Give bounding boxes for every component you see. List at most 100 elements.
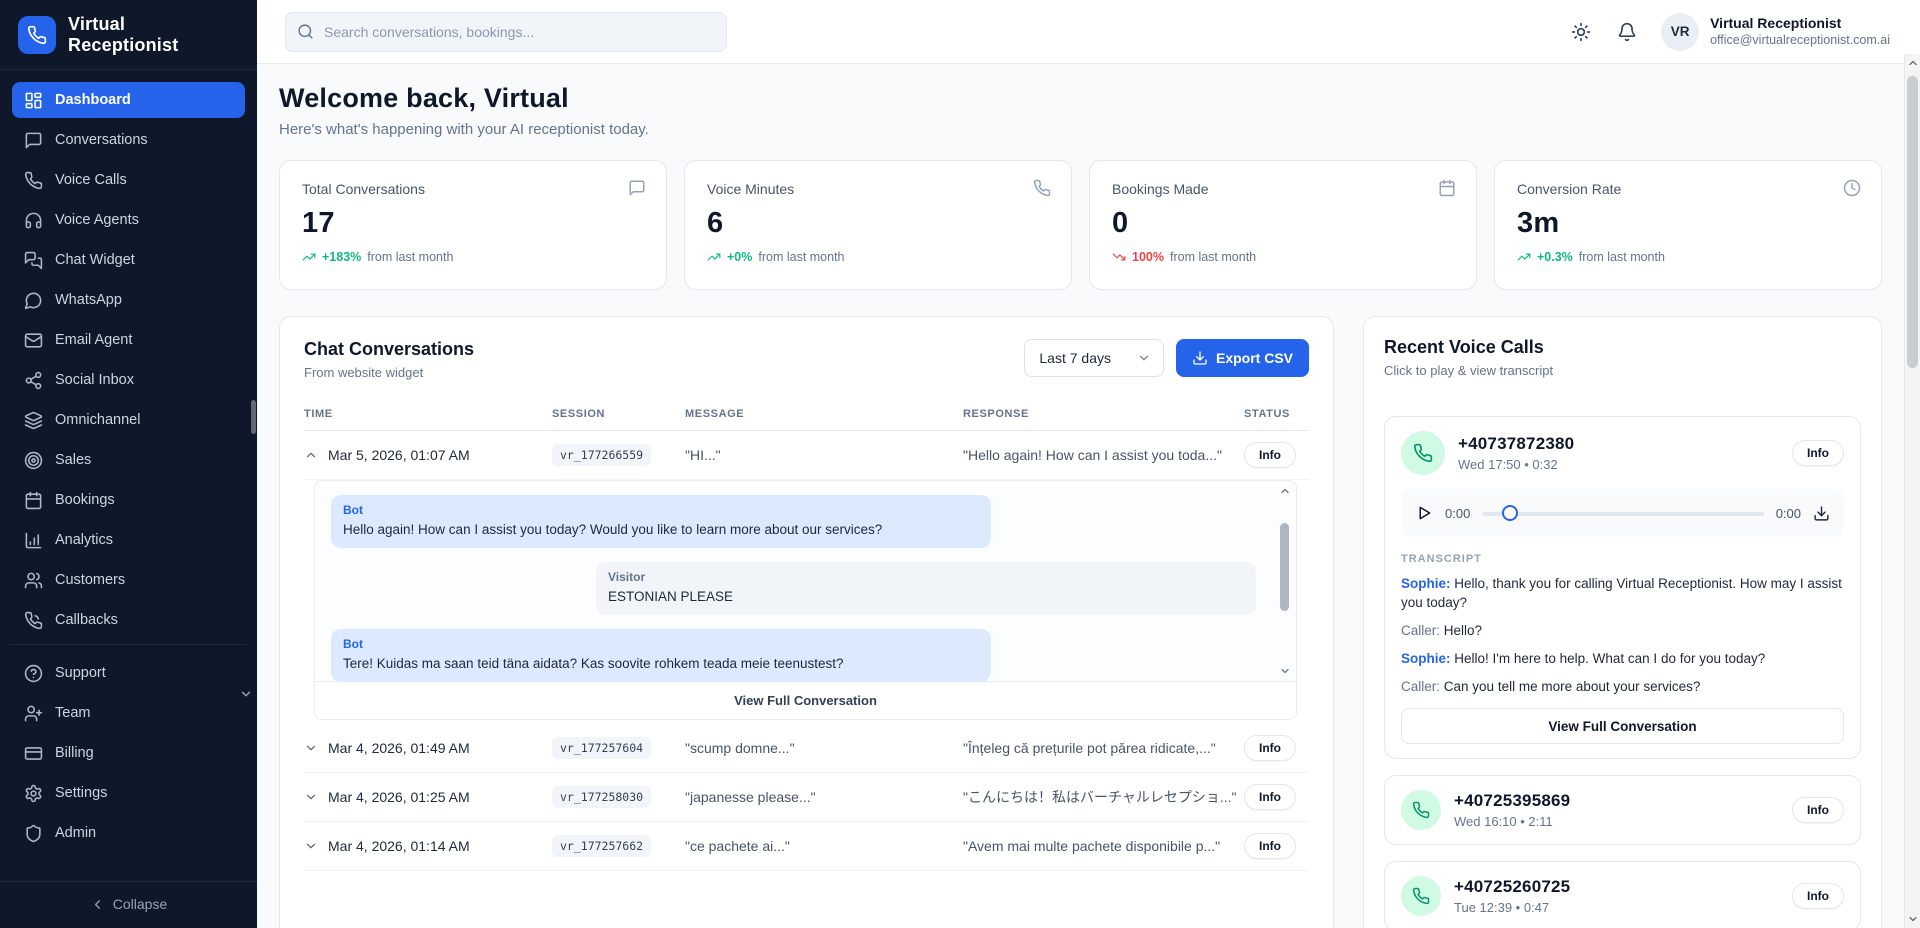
info-button[interactable]: Info xyxy=(1244,833,1296,859)
info-button[interactable]: Info xyxy=(1244,442,1296,468)
message-text: ESTONIAN PLEASE xyxy=(608,587,1244,606)
stat-title: Bookings Made xyxy=(1112,181,1454,197)
collapse-sidebar-button[interactable]: Collapse xyxy=(0,881,257,928)
chat-panel-title: Chat Conversations xyxy=(304,339,474,360)
sidebar-item-admin[interactable]: Admin xyxy=(12,815,245,851)
notifications-button[interactable] xyxy=(1615,20,1639,44)
date-range-select[interactable]: Last 7 days xyxy=(1024,339,1164,377)
sidebar-item-sales[interactable]: Sales xyxy=(12,442,245,478)
visitor-message-bubble: Visitor ESTONIAN PLEASE xyxy=(596,562,1256,615)
stat-title: Voice Minutes xyxy=(707,181,1049,197)
sidebar-item-team[interactable]: Team xyxy=(12,695,245,731)
transcript-line: Sophie: Hello, thank you for calling Vir… xyxy=(1401,574,1844,612)
info-button[interactable]: Info xyxy=(1244,735,1296,761)
sidebar-item-conversations[interactable]: Conversations xyxy=(12,122,245,158)
sidebar-item-customers[interactable]: Customers xyxy=(12,562,245,598)
export-csv-button[interactable]: Export CSV xyxy=(1176,339,1309,377)
sidebar-item-support[interactable]: Support xyxy=(12,655,245,691)
voice-call-card[interactable]: +40737872380 Wed 17:50 • 0:32 Info 0:00 … xyxy=(1384,416,1861,759)
sidebar-item-voice-agents[interactable]: Voice Agents xyxy=(12,202,245,238)
search-icon xyxy=(297,23,314,40)
scroll-down-icon[interactable] xyxy=(1279,665,1291,677)
info-button[interactable]: Info xyxy=(1792,797,1844,823)
message-square-icon xyxy=(628,179,646,197)
sender-label: Bot xyxy=(343,502,979,518)
sidebar-item-callbacks[interactable]: Callbacks xyxy=(12,602,245,638)
sidebar-item-omnichannel[interactable]: Omnichannel xyxy=(12,402,245,438)
topbar: VR Virtual Receptionist office@virtualre… xyxy=(257,0,1920,64)
chevron-down-icon[interactable] xyxy=(304,741,318,755)
window-scrollbar[interactable] xyxy=(1904,54,1920,928)
sidebar-scroll-down-icon[interactable] xyxy=(239,687,253,701)
bot-message-bubble: Bot Tere! Kuidas ma saan teid täna aidat… xyxy=(331,629,991,682)
sidebar-item-settings[interactable]: Settings xyxy=(12,775,245,811)
row-message: "japanesse please..." xyxy=(685,789,963,805)
sidebar-item-dashboard[interactable]: Dashboard xyxy=(12,82,245,118)
search-input[interactable] xyxy=(285,12,727,52)
sidebar-item-billing[interactable]: Billing xyxy=(12,735,245,771)
sidebar-divider xyxy=(10,644,247,645)
stat-card-total-conversations: Total Conversations 17 +183% from last m… xyxy=(279,160,667,290)
table-row[interactable]: Mar 4, 2026, 01:14 AM vr_177257662 "ce p… xyxy=(304,822,1309,871)
sidebar-item-analytics[interactable]: Analytics xyxy=(12,522,245,558)
session-badge: vr_177257604 xyxy=(552,737,651,759)
chevron-down-icon[interactable] xyxy=(304,790,318,804)
sidebar-item-label: Dashboard xyxy=(55,92,131,108)
sidebar-item-label: Team xyxy=(55,705,90,721)
sidebar-item-label: Email Agent xyxy=(55,332,132,348)
scroll-up-icon[interactable] xyxy=(1279,485,1291,497)
sidebar-item-social-inbox[interactable]: Social Inbox xyxy=(12,362,245,398)
scroll-down-icon[interactable] xyxy=(1907,913,1919,925)
sidebar-item-voice-calls[interactable]: Voice Calls xyxy=(12,162,245,198)
total-time: 0:00 xyxy=(1776,506,1801,521)
view-full-conversation-button[interactable]: View Full Conversation xyxy=(1401,708,1844,744)
audio-seek-slider[interactable] xyxy=(1482,505,1763,521)
sender-label: Bot xyxy=(343,636,979,652)
gear-icon xyxy=(24,784,43,803)
speaker-label: Caller: xyxy=(1401,623,1440,638)
column-status: STATUS xyxy=(1244,408,1309,420)
stat-delta-suffix: from last month xyxy=(1579,250,1665,264)
table-row[interactable]: Mar 4, 2026, 01:25 AM vr_177258030 "japa… xyxy=(304,773,1309,822)
voice-call-card[interactable]: +40725260725 Tue 12:39 • 0:47 Info xyxy=(1384,861,1861,928)
voice-panel-title: Recent Voice Calls xyxy=(1384,337,1861,358)
sidebar-item-label: Sales xyxy=(55,452,91,468)
sidebar-item-whatsapp[interactable]: WhatsApp xyxy=(12,282,245,318)
sidebar-item-chat-widget[interactable]: Chat Widget xyxy=(12,242,245,278)
sidebar-item-label: Conversations xyxy=(55,132,148,148)
download-recording-button[interactable] xyxy=(1813,505,1830,522)
sidebar-scrollbar-thumb[interactable] xyxy=(251,400,256,434)
page-subtitle: Here's what's happening with your AI rec… xyxy=(279,119,1882,141)
scroll-up-icon[interactable] xyxy=(1907,57,1919,69)
chevron-down-icon[interactable] xyxy=(304,839,318,853)
table-row[interactable]: Mar 4, 2026, 01:49 AM vr_177257604 "scum… xyxy=(304,724,1309,773)
share-icon xyxy=(24,371,43,390)
play-button[interactable] xyxy=(1415,504,1433,522)
phone-icon xyxy=(24,171,43,190)
target-icon xyxy=(24,451,43,470)
table-row[interactable]: Mar 5, 2026, 01:07 AM vr_177266559 "HI..… xyxy=(304,431,1309,480)
stat-card-bookings-made: Bookings Made 0 100% from last month xyxy=(1089,160,1477,290)
sidebar-item-bookings[interactable]: Bookings xyxy=(12,482,245,518)
sidebar-item-email-agent[interactable]: Email Agent xyxy=(12,322,245,358)
info-button[interactable]: Info xyxy=(1792,440,1844,466)
info-button[interactable]: Info xyxy=(1792,883,1844,909)
window-scrollbar-thumb[interactable] xyxy=(1907,76,1918,368)
chat-scrollbar[interactable] xyxy=(1278,485,1292,677)
phone-green-icon xyxy=(1401,876,1441,916)
chat-scrollbar-thumb[interactable] xyxy=(1280,523,1289,611)
speaker-label: Sophie: xyxy=(1401,576,1451,591)
chevron-up-icon[interactable] xyxy=(304,448,318,462)
call-number: +40737872380 xyxy=(1458,434,1574,454)
theme-toggle-button[interactable] xyxy=(1569,20,1593,44)
row-time: Mar 4, 2026, 01:25 AM xyxy=(328,789,470,805)
search-box xyxy=(285,12,727,52)
trending-up-icon xyxy=(302,250,316,264)
sidebar-nav: Dashboard Conversations Voice Calls Voic… xyxy=(0,70,257,861)
view-full-conversation-link[interactable]: View Full Conversation xyxy=(315,681,1296,719)
voice-call-card[interactable]: +40725395869 Wed 16:10 • 2:11 Info xyxy=(1384,775,1861,845)
info-button[interactable]: Info xyxy=(1244,784,1296,810)
download-icon xyxy=(1192,350,1208,366)
user-menu[interactable]: VR Virtual Receptionist office@virtualre… xyxy=(1661,13,1890,51)
slider-thumb[interactable] xyxy=(1502,505,1518,521)
